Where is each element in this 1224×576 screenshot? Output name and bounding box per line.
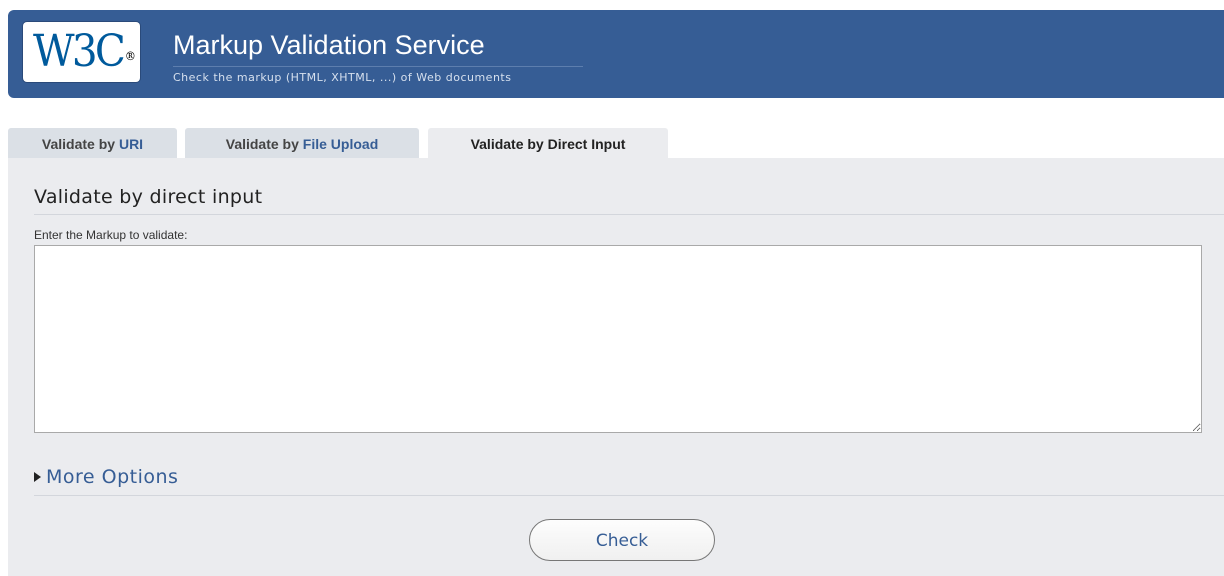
more-options-label: More Options <box>46 466 179 488</box>
header-banner: W3C ® Markup Validation Service Check the… <box>8 10 1224 98</box>
page: W3C ® Markup Validation Service Check the… <box>0 0 1224 576</box>
markup-input[interactable] <box>34 245 1202 433</box>
tab-validate-by-uri[interactable]: Validate by URI <box>8 128 177 159</box>
registered-mark: ® <box>124 49 136 63</box>
tab-label-prefix: Validate by <box>41 136 119 152</box>
markup-field-label: Enter the Markup to validate: <box>34 228 188 242</box>
w3c-logo[interactable]: W3C ® <box>23 22 140 82</box>
tab-label-prefix: Validate by <box>470 136 548 152</box>
direct-input-panel: Validate by direct input Enter the Marku… <box>8 158 1224 576</box>
page-subtitle: Check the markup (HTML, XHTML, ...) of W… <box>173 71 512 84</box>
title-divider <box>173 66 583 67</box>
tab-validate-by-file-upload[interactable]: Validate by File Upload <box>185 128 419 159</box>
check-button[interactable]: Check <box>529 519 715 561</box>
triangle-right-icon <box>34 472 41 482</box>
section-heading: Validate by direct input <box>34 186 263 208</box>
tab-validate-by-direct-input[interactable]: Validate by Direct Input <box>428 128 668 159</box>
page-title[interactable]: Markup Validation Service <box>173 29 485 61</box>
options-divider <box>34 495 1224 496</box>
more-options-toggle[interactable]: More Options <box>34 466 178 488</box>
section-divider <box>34 214 1224 215</box>
w3c-logo-text: W3C ® <box>33 26 136 77</box>
tab-label-accent: File Upload <box>302 136 379 152</box>
tab-label-accent: URI <box>118 136 144 152</box>
tab-label-prefix: Validate by <box>225 136 303 152</box>
tab-label-accent: Direct Input <box>547 136 626 152</box>
